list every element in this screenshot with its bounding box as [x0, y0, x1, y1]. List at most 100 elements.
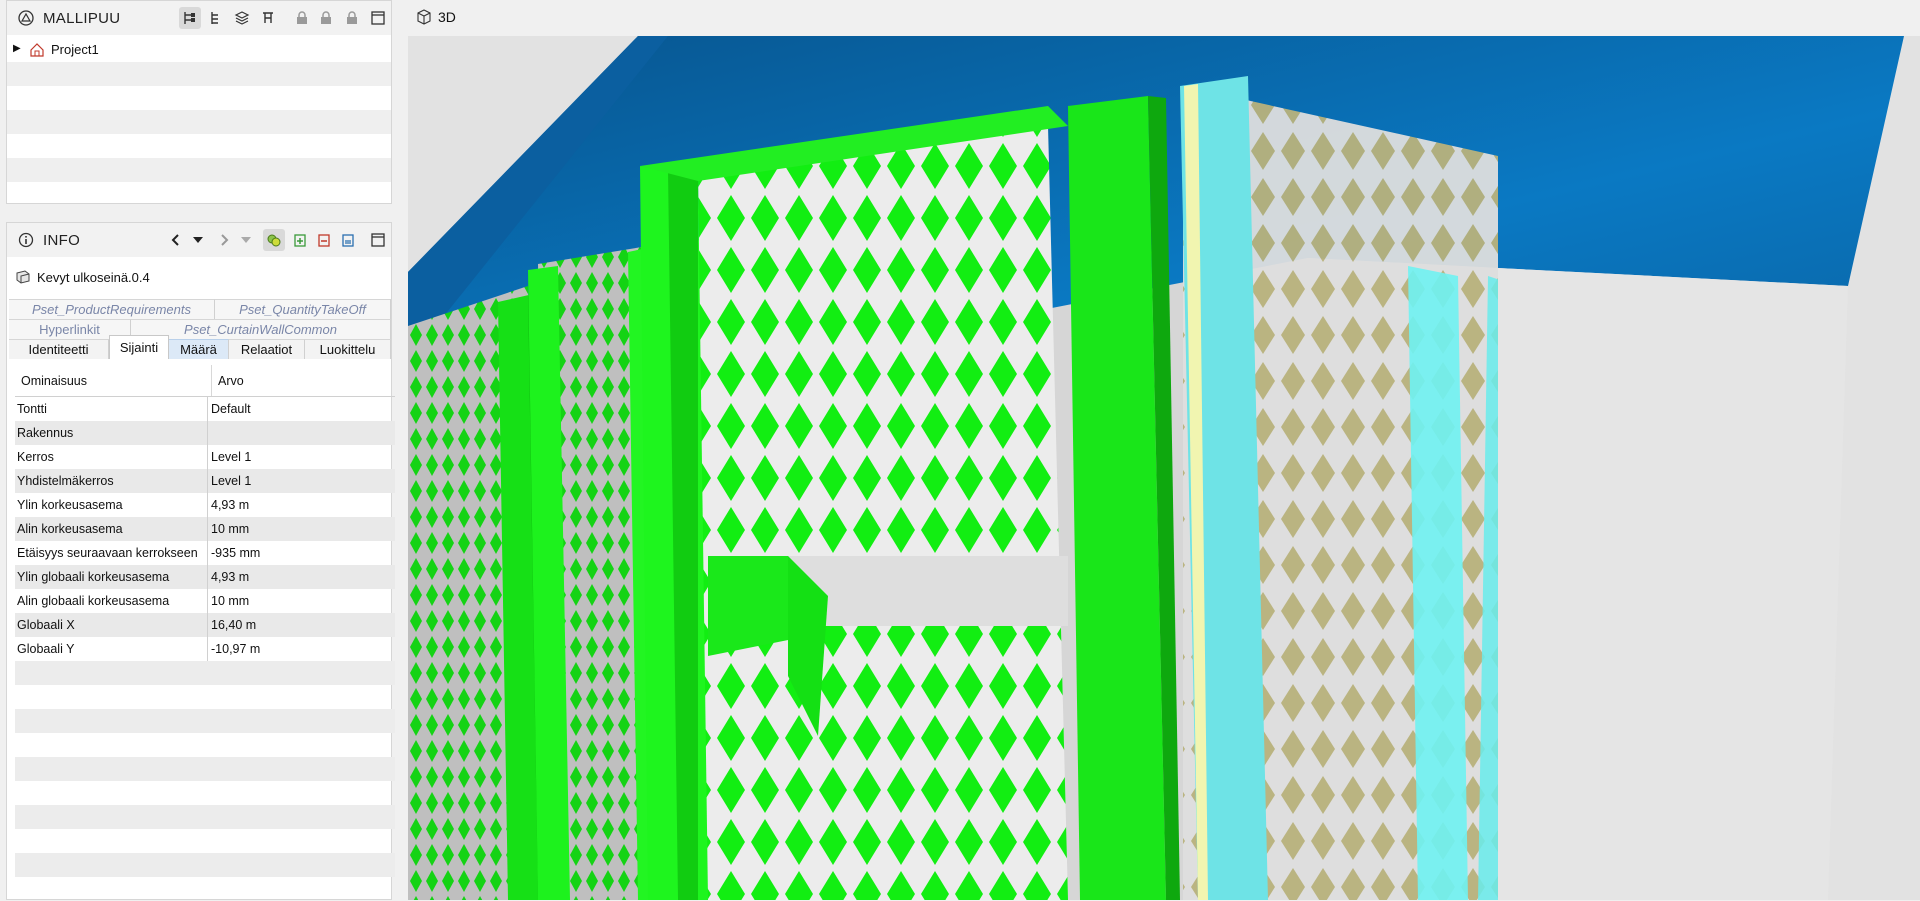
tab-pset-product-requirements[interactable]: Pset_ProductRequirements	[9, 299, 215, 319]
tree-empty-row	[7, 158, 391, 182]
table-header: Ominaisuus Arvo	[15, 365, 395, 397]
property-name: Ylin korkeusasema	[15, 493, 208, 517]
table-row[interactable]: Alin korkeusasema 10 mm	[15, 517, 395, 541]
project-icon	[29, 42, 45, 61]
selected-object: Kevyt ulkoseinä.0.4	[15, 267, 150, 287]
property-value: 4,93 m	[211, 498, 250, 512]
table-row[interactable]: Alin globaali korkeusasema 10 mm	[15, 589, 395, 613]
model-tree-panel: MALLIPUU ▶ Project1	[6, 0, 392, 204]
table-empty-row	[15, 709, 395, 733]
table-row[interactable]: Globaali Y -10,97 m	[15, 637, 395, 661]
model-tree-title: MALLIPUU	[43, 9, 121, 27]
model-tree-header: MALLIPUU	[7, 1, 391, 35]
property-value: 10 mm	[211, 522, 250, 536]
column-header-property[interactable]: Ominaisuus	[15, 365, 212, 396]
property-value	[208, 421, 395, 445]
property-table: Ominaisuus Arvo Tontti Default Rakennus K…	[7, 361, 395, 901]
property-name: Kerros	[15, 445, 208, 469]
property-value: 10 mm	[211, 594, 250, 608]
table-row[interactable]: Ylin globaali korkeusasema 4,93 m	[15, 565, 395, 589]
back-arrow-icon[interactable]	[165, 229, 187, 251]
property-name: Ylin globaali korkeusasema	[15, 565, 208, 589]
lock-icon[interactable]	[291, 7, 313, 29]
property-name: Rakennus	[15, 421, 208, 445]
tree-item-label: Project1	[51, 42, 99, 57]
tab-pset-curtain-wall-common[interactable]: Pset_CurtainWallCommon	[131, 319, 391, 339]
table-row[interactable]: Yhdistelmäkerros Level 1	[15, 469, 395, 493]
property-name: Globaali X	[15, 613, 208, 637]
viewport-header: 3D	[406, 0, 1920, 34]
info-panel: INFO Kevyt ulkoseinä.0.4 Pset_ProductReq…	[6, 222, 395, 901]
tree-icon[interactable]	[205, 7, 227, 29]
mullion-cyan-far	[1408, 266, 1468, 900]
table-empty-row	[15, 661, 395, 685]
dropdown-icon[interactable]	[187, 229, 209, 251]
cube-icon	[416, 9, 432, 25]
info-header: INFO	[7, 223, 391, 257]
dropdown-icon[interactable]	[235, 229, 257, 251]
tree-empty-row	[7, 110, 391, 134]
table-empty-row	[15, 685, 395, 709]
tree-empty-row	[7, 134, 391, 158]
property-value: Default	[211, 402, 251, 416]
tab-sijainti[interactable]: Sijainti	[109, 335, 169, 359]
property-value: 4,93 m	[211, 570, 250, 584]
tab-relaatiot[interactable]: Relaatiot	[229, 339, 305, 359]
layers-icon[interactable]	[231, 7, 253, 29]
table-row[interactable]: Kerros Level 1	[15, 445, 395, 469]
property-name: Globaali Y	[15, 637, 208, 661]
column-header-value[interactable]: Arvo	[212, 365, 395, 396]
info-icon	[15, 229, 37, 251]
tree-empty-row	[7, 86, 391, 110]
forward-arrow-icon[interactable]	[213, 229, 235, 251]
viewport-title: 3D	[438, 9, 456, 25]
table-row[interactable]: Rakennus	[15, 421, 395, 445]
property-value: -10,97 m	[211, 642, 261, 656]
tab-maara[interactable]: Määrä	[169, 339, 229, 359]
table-empty-row	[15, 733, 395, 757]
expand-arrow-icon[interactable]: ▶	[13, 43, 21, 54]
property-name: Etäisyys seuraavaan kerrokseen	[15, 541, 208, 565]
table-empty-row	[15, 877, 395, 901]
right-background	[1498, 268, 1848, 900]
property-name: Alin korkeusasema	[15, 517, 208, 541]
property-name: Alin globaali korkeusasema	[15, 589, 208, 613]
curtain-panel-center	[698, 126, 1068, 900]
tab-pset-quantity-takeoff[interactable]: Pset_QuantityTakeOff	[215, 299, 391, 319]
table-empty-row	[15, 829, 395, 853]
table-row[interactable]: Globaali X 16,40 m	[15, 613, 395, 637]
property-value: Level 1	[211, 474, 252, 488]
tab-luokittelu[interactable]: Luokittelu	[305, 339, 391, 359]
object-name: Kevyt ulkoseinä.0.4	[37, 269, 150, 285]
table-row[interactable]: Ylin korkeusasema 4,93 m	[15, 493, 395, 517]
tab-identiteetti[interactable]: Identiteetti	[9, 339, 109, 359]
wall-icon	[15, 269, 31, 285]
tree-item-project[interactable]: ▶ Project1	[7, 38, 391, 62]
table-empty-row	[15, 781, 395, 805]
property-name: Yhdistelmäkerros	[15, 469, 208, 493]
viewport-3d-canvas[interactable]	[408, 36, 1920, 900]
window-icon[interactable]	[367, 229, 389, 251]
property-name: Tontti	[15, 397, 208, 421]
property-value: 16,40 m	[211, 618, 257, 632]
table-row[interactable]: Tontti Default	[15, 397, 395, 421]
info-title: INFO	[43, 231, 81, 249]
tree-empty-row	[7, 62, 391, 86]
hierarchy-icon[interactable]	[179, 7, 201, 29]
window-icon[interactable]	[367, 7, 389, 29]
3d-model-view[interactable]	[408, 36, 1920, 900]
split-tree-icon[interactable]	[257, 7, 279, 29]
property-value: Level 1	[211, 450, 252, 464]
table-empty-row	[15, 757, 395, 781]
lock-icon[interactable]	[315, 7, 337, 29]
property-value: -935 mm	[211, 546, 261, 560]
remove-icon[interactable]	[313, 229, 335, 251]
model-tree-icon	[15, 7, 37, 29]
table-empty-row	[15, 805, 395, 829]
lock-icon[interactable]	[341, 7, 363, 29]
edit-icon[interactable]	[337, 229, 359, 251]
table-row[interactable]: Etäisyys seuraavaan kerrokseen -935 mm	[15, 541, 395, 565]
table-empty-row	[15, 853, 395, 877]
link-objects-icon[interactable]	[263, 229, 285, 251]
add-icon[interactable]	[289, 229, 311, 251]
